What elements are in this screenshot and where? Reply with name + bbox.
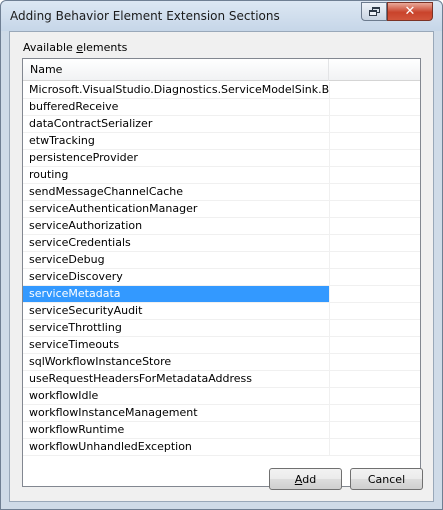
list-item[interactable]: serviceCredentials (23, 235, 420, 252)
title-bar[interactable]: Adding Behavior Element Extension Sectio… (1, 1, 442, 31)
list-item[interactable]: workflowIdle (23, 388, 420, 405)
list-item[interactable]: sqlWorkflowInstanceStore (23, 354, 420, 371)
list-item-label: dataContractSerializer (23, 116, 330, 132)
list-item-label: workflowInstanceManagement (23, 405, 330, 421)
list-rows: Microsoft.VisualStudio.Diagnostics.Servi… (23, 82, 420, 456)
list-item[interactable]: serviceAuthenticationManager (23, 201, 420, 218)
column-header-filler (330, 59, 420, 81)
list-item-label: bufferedReceive (23, 99, 330, 115)
dialog-client-area: Available elements Name Microsoft.Visual… (9, 31, 434, 502)
list-item-label: serviceDebug (23, 252, 330, 268)
list-item-label: useRequestHeadersForMetadataAddress (23, 371, 330, 387)
window-title: Adding Behavior Element Extension Sectio… (10, 9, 280, 23)
list-item[interactable]: dataContractSerializer (23, 116, 420, 133)
list-item[interactable]: workflowRuntime (23, 422, 420, 439)
add-button[interactable]: Add (269, 468, 342, 490)
list-item[interactable]: serviceTimeouts (23, 337, 420, 354)
list-header: Name (23, 59, 420, 81)
list-item[interactable]: persistenceProvider (23, 150, 420, 167)
list-item-label: sqlWorkflowInstanceStore (23, 354, 330, 370)
list-item[interactable]: serviceSecurityAudit (23, 303, 420, 320)
list-item-label: serviceMetadata (23, 286, 330, 302)
list-item-label: sendMessageChannelCache (23, 184, 330, 200)
list-item-label: routing (23, 167, 330, 183)
list-item[interactable]: routing (23, 167, 420, 184)
available-elements-label: Available elements (23, 41, 127, 54)
add-mnemonic: A (294, 472, 303, 486)
list-item-label: serviceDiscovery (23, 269, 330, 285)
list-item-label: persistenceProvider (23, 150, 330, 166)
list-item[interactable]: Microsoft.VisualStudio.Diagnostics.Servi… (23, 82, 420, 99)
column-header-name[interactable]: Name (23, 59, 329, 81)
list-item-label: serviceThrottling (23, 320, 330, 336)
list-item[interactable]: serviceAuthorization (23, 218, 420, 235)
available-elements-list[interactable]: Name Microsoft.VisualStudio.Diagnostics.… (22, 58, 421, 487)
restore-icon (368, 7, 380, 16)
restore-button[interactable] (361, 2, 387, 21)
list-item[interactable]: serviceThrottling (23, 320, 420, 337)
list-item-label: serviceTimeouts (23, 337, 330, 353)
label-suffix: lements (83, 41, 128, 54)
list-item-label: workflowIdle (23, 388, 330, 404)
list-item[interactable]: bufferedReceive (23, 99, 420, 116)
list-item[interactable]: workflowInstanceManagement (23, 405, 420, 422)
close-button[interactable]: ✕ (387, 2, 433, 21)
list-item[interactable]: serviceMetadata (23, 286, 420, 303)
close-icon: ✕ (404, 4, 416, 19)
list-item[interactable]: etwTracking (23, 133, 420, 150)
list-item[interactable]: serviceDebug (23, 252, 420, 269)
list-item-label: workflowUnhandledException (23, 439, 330, 455)
label-prefix: Available (23, 41, 77, 54)
dialog-window: Adding Behavior Element Extension Sectio… (0, 0, 443, 510)
list-item-label: serviceAuthenticationManager (23, 201, 330, 217)
cancel-button[interactable]: Cancel (350, 468, 423, 490)
list-item-label: serviceSecurityAudit (23, 303, 330, 319)
list-item[interactable]: workflowUnhandledException (23, 439, 420, 456)
add-label-rest: dd (302, 472, 317, 486)
list-item-label: workflowRuntime (23, 422, 330, 438)
list-item-label: serviceAuthorization (23, 218, 330, 234)
list-item-label: serviceCredentials (23, 235, 330, 251)
list-item-label: etwTracking (23, 133, 330, 149)
list-item[interactable]: serviceDiscovery (23, 269, 420, 286)
list-item[interactable]: sendMessageChannelCache (23, 184, 420, 201)
list-item[interactable]: useRequestHeadersForMetadataAddress (23, 371, 420, 388)
list-item-label: Microsoft.VisualStudio.Diagnostics.Servi… (23, 82, 330, 98)
